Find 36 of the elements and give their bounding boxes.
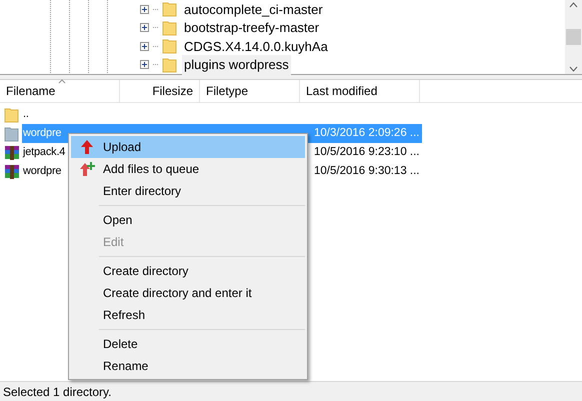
folder-icon (162, 1, 178, 18)
folder-icon (162, 20, 178, 36)
expand-toggle[interactable] (140, 4, 149, 14)
folder-icon (4, 106, 20, 122)
expand-toggle[interactable] (140, 60, 149, 70)
up-arrow-icon (79, 139, 95, 155)
menu-item[interactable]: Rename (71, 355, 305, 377)
column-header[interactable]: Last modified (300, 80, 420, 102)
status-bar: Selected 1 directory. (0, 381, 582, 401)
column-header[interactable]: Filesize (120, 80, 200, 102)
folder-icon (162, 56, 178, 73)
sort-caret-icon (58, 79, 66, 84)
scrollbar[interactable] (565, 0, 582, 74)
menu-item[interactable]: Upload (71, 136, 305, 158)
menu-item[interactable]: Delete (71, 333, 305, 355)
menu-item[interactable]: Create directory (71, 260, 305, 282)
menu-item[interactable]: Refresh (71, 304, 305, 326)
column-header[interactable]: Filename (0, 80, 120, 102)
menu-item[interactable]: Add files to queue (71, 158, 305, 180)
up-arrow-plus-icon (79, 161, 95, 177)
expand-toggle[interactable] (140, 42, 149, 51)
scroll-thumb[interactable] (566, 29, 581, 45)
tree-item[interactable]: plugins wordpress (182, 55, 291, 74)
folder-icon (4, 126, 20, 142)
folder-icon (162, 38, 178, 54)
menu-item[interactable]: Open (71, 209, 305, 231)
file-row[interactable]: .. (22, 105, 422, 124)
menu-item[interactable]: Enter directory (71, 180, 305, 202)
tree-item[interactable]: bootstrap-treefy-master (182, 18, 322, 38)
expand-toggle[interactable] (140, 23, 149, 32)
menu-item[interactable]: Create directory and enter it (71, 282, 305, 304)
tree-item[interactable]: autocomplete_ci-master (182, 0, 325, 19)
column-header[interactable]: Filetype (200, 80, 300, 102)
archive-icon (4, 144, 20, 160)
archive-icon (4, 164, 20, 180)
tree-item[interactable]: CDGS.X4.14.0.0.kuyhAa (182, 36, 330, 56)
